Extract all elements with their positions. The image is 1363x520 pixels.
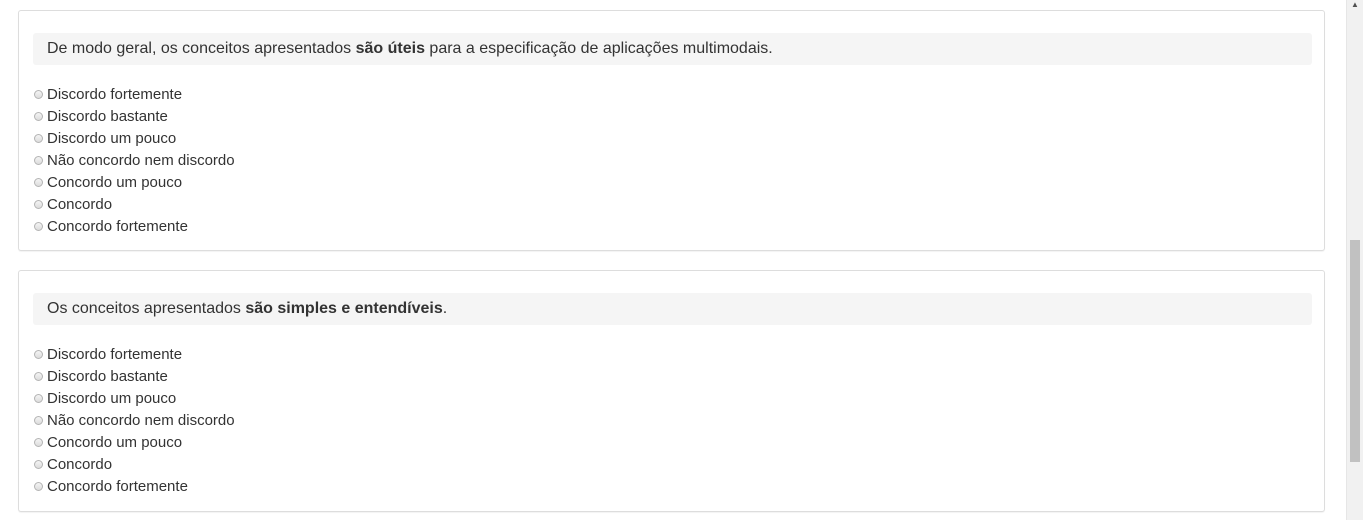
option-label: Discordo bastante: [47, 367, 168, 385]
radio-button[interactable]: [34, 111, 43, 121]
option-label: Discordo fortemente: [47, 85, 183, 103]
q1-option-concordo-fortemente[interactable]: Concordo fortemente: [33, 215, 235, 237]
option-label: Concordo: [47, 195, 113, 213]
q1-option-discordo-fortemente[interactable]: Discordo fortemente: [33, 83, 235, 105]
radio-button[interactable]: [34, 349, 43, 359]
vertical-scrollbar[interactable]: ▲: [1346, 0, 1363, 520]
option-label: Concordo um pouco: [47, 433, 183, 451]
question-1-text-after: para a especificação de aplicações multi…: [424, 40, 773, 57]
option-label: Discordo um pouco: [47, 389, 177, 407]
option-label: Concordo um pouco: [47, 173, 183, 191]
q2-option-discordo-fortemente[interactable]: Discordo fortemente: [33, 343, 235, 365]
radio-button[interactable]: [34, 89, 43, 99]
radio-button[interactable]: [34, 393, 43, 403]
question-text-1: De modo geral, os conceitos apresentados…: [33, 33, 1312, 65]
radio-button[interactable]: [34, 221, 43, 231]
q1-option-neutro[interactable]: Não concordo nem discordo: [33, 149, 235, 171]
q2-option-concordo-um-pouco[interactable]: Concordo um pouco: [33, 431, 235, 453]
q2-option-concordo[interactable]: Concordo: [33, 453, 235, 475]
question-2-text-after: .: [442, 300, 448, 317]
q1-option-concordo[interactable]: Concordo: [33, 193, 235, 215]
question-2-text-bold: são simples e entendíveis: [245, 300, 443, 317]
option-label: Discordo fortemente: [47, 345, 183, 363]
radio-button[interactable]: [34, 459, 43, 469]
q1-option-concordo-um-pouco[interactable]: Concordo um pouco: [33, 171, 235, 193]
radio-button[interactable]: [34, 133, 43, 143]
question-2-text-before: Os conceitos apresentados: [47, 300, 246, 317]
radio-button[interactable]: [34, 155, 43, 165]
option-label: Concordo fortemente: [47, 477, 188, 495]
option-label: Não concordo nem discordo: [47, 411, 235, 429]
question-1-options: Discordo fortemente Discordo bastante Di…: [33, 83, 235, 237]
scroll-up-arrow-icon[interactable]: ▲: [1347, 0, 1363, 14]
option-label: Não concordo nem discordo: [47, 151, 235, 169]
survey-content: De modo geral, os conceitos apresentados…: [0, 0, 1346, 520]
question-card-2: Os conceitos apresentados são simples e …: [18, 270, 1325, 512]
q2-option-neutro[interactable]: Não concordo nem discordo: [33, 409, 235, 431]
question-1-text-bold: são úteis: [355, 40, 425, 57]
radio-button[interactable]: [34, 371, 43, 381]
question-text-2: Os conceitos apresentados são simples e …: [33, 293, 1312, 325]
q2-option-concordo-fortemente[interactable]: Concordo fortemente: [33, 475, 235, 497]
page-viewport: De modo geral, os conceitos apresentados…: [0, 0, 1363, 520]
option-label: Discordo bastante: [47, 107, 168, 125]
question-card-1: De modo geral, os conceitos apresentados…: [18, 10, 1325, 251]
q1-option-discordo-um-pouco[interactable]: Discordo um pouco: [33, 127, 235, 149]
question-1-text-before: De modo geral, os conceitos apresentados: [47, 40, 356, 57]
option-label: Concordo fortemente: [47, 217, 188, 235]
option-label: Concordo: [47, 455, 113, 473]
radio-button[interactable]: [34, 199, 43, 209]
option-label: Discordo um pouco: [47, 129, 177, 147]
radio-button[interactable]: [34, 415, 43, 425]
radio-button[interactable]: [34, 437, 43, 447]
q1-option-discordo-bastante[interactable]: Discordo bastante: [33, 105, 235, 127]
scrollbar-thumb[interactable]: [1350, 240, 1360, 462]
q2-option-discordo-bastante[interactable]: Discordo bastante: [33, 365, 235, 387]
q2-option-discordo-um-pouco[interactable]: Discordo um pouco: [33, 387, 235, 409]
radio-button[interactable]: [34, 177, 43, 187]
radio-button[interactable]: [34, 481, 43, 491]
question-2-options: Discordo fortemente Discordo bastante Di…: [33, 343, 235, 497]
